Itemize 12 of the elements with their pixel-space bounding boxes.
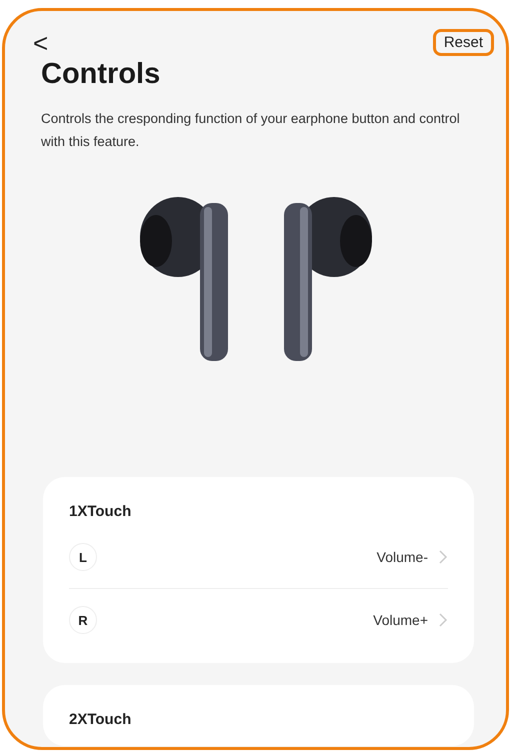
description-text: Controls the cresponding function of your earphone button and control with this feature. bbox=[41, 110, 460, 151]
chevron-icon bbox=[438, 612, 448, 628]
action-value[interactable]: Volume- bbox=[376, 549, 428, 565]
reset-button[interactable]: Reset bbox=[432, 29, 494, 56]
action-value[interactable]: Volume+ bbox=[373, 612, 428, 628]
section-title: 2XTouch bbox=[69, 711, 132, 728]
back-icon[interactable]: < bbox=[33, 30, 48, 56]
section-title: 1XTouch bbox=[69, 503, 132, 520]
page-title: Controls bbox=[41, 58, 162, 91]
side-badge: R bbox=[69, 606, 97, 634]
side-badge: L bbox=[69, 543, 97, 571]
chevron-icon bbox=[438, 549, 448, 565]
